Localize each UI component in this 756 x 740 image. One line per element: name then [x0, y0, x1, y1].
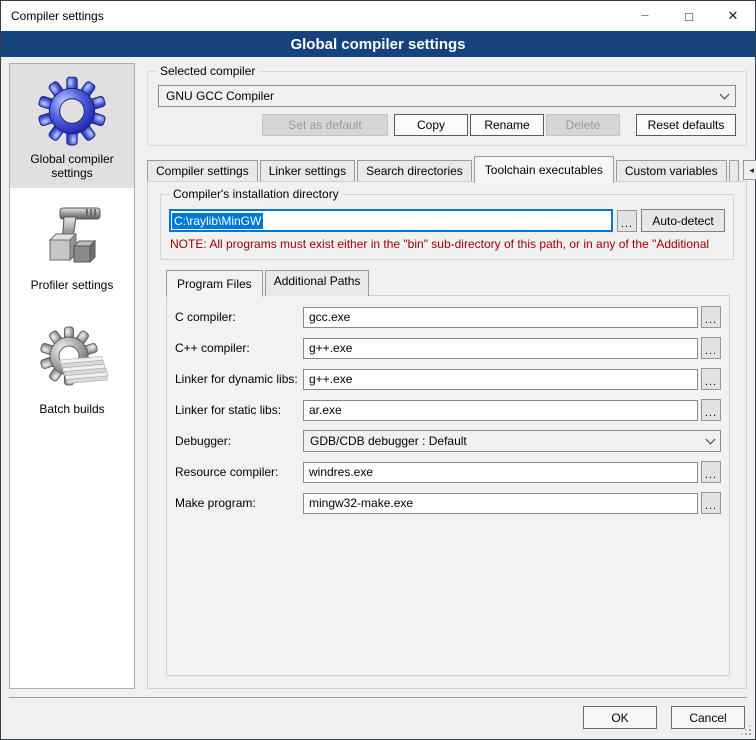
bin-subdirectory-note: NOTE: All programs must exist either in …	[170, 237, 725, 251]
tab-custom-variables[interactable]: Custom variables	[616, 160, 727, 182]
cpp-compiler-input[interactable]	[303, 338, 698, 359]
cpp-compiler-browse-button[interactable]: ...	[701, 337, 721, 359]
dynamic-linker-row: Linker for dynamic libs: ...	[175, 368, 721, 390]
caliper-icon	[34, 198, 110, 274]
debugger-select-value: GDB/CDB debugger : Default	[310, 434, 467, 448]
static-linker-browse-button[interactable]: ...	[701, 399, 721, 421]
selected-compiler-group: Selected compiler GNU GCC Compiler Set a…	[147, 71, 747, 146]
cpp-compiler-label: C++ compiler:	[175, 341, 303, 355]
make-program-browse-button[interactable]: ...	[701, 492, 721, 514]
c-compiler-input[interactable]	[303, 307, 698, 328]
chevron-down-icon	[706, 434, 716, 444]
executables-subtabs: Program Files Additional Paths	[166, 270, 736, 296]
c-compiler-row: C compiler: ...	[175, 306, 721, 328]
resource-compiler-label: Resource compiler:	[175, 465, 303, 479]
rename-button[interactable]: Rename	[470, 114, 544, 136]
reset-defaults-button[interactable]: Reset defaults	[636, 114, 736, 136]
selected-compiler-group-label: Selected compiler	[156, 64, 259, 78]
settings-sidebar: Global compiler settings	[9, 63, 135, 689]
make-program-label: Make program:	[175, 496, 303, 510]
compiler-select[interactable]: GNU GCC Compiler	[158, 85, 736, 107]
minimize-button[interactable]: –	[623, 1, 667, 31]
toolchain-executables-panel: Compiler's installation directory C:\ray…	[147, 181, 747, 689]
resource-compiler-input[interactable]	[303, 462, 698, 483]
cancel-button[interactable]: Cancel	[671, 706, 745, 729]
debugger-label: Debugger:	[175, 434, 303, 448]
tab-toolchain-executables[interactable]: Toolchain executables	[474, 156, 614, 183]
set-as-default-button: Set as default	[262, 114, 388, 136]
debugger-row: Debugger: GDB/CDB debugger : Default	[175, 430, 721, 452]
tab-scroll-buttons: ◂ ▸	[743, 160, 756, 180]
install-dir-browse-button[interactable]: ...	[617, 210, 637, 232]
close-icon: ✕	[728, 8, 739, 24]
footer-separator	[9, 697, 747, 698]
sidebar-item-global-compiler-settings[interactable]: Global compiler settings	[10, 64, 134, 188]
ok-button[interactable]: OK	[583, 706, 657, 729]
title-bar: Compiler settings – □ ✕	[1, 1, 755, 31]
installation-directory-row: C:\raylib\MinGW ... Auto-detect	[169, 209, 725, 232]
debugger-select[interactable]: GDB/CDB debugger : Default	[303, 430, 721, 452]
dynamic-linker-label: Linker for dynamic libs:	[175, 372, 303, 386]
install-dir-input[interactable]: C:\raylib\MinGW	[169, 209, 613, 232]
sidebar-item-label: Global compiler settings	[12, 152, 132, 180]
installation-directory-group: Compiler's installation directory C:\ray…	[160, 194, 734, 260]
arrow-left-icon: ◂	[749, 165, 754, 176]
resource-compiler-browse-button[interactable]: ...	[701, 461, 721, 483]
copy-button[interactable]: Copy	[394, 114, 468, 136]
compiler-select-value: GNU GCC Compiler	[166, 89, 274, 103]
auto-detect-button[interactable]: Auto-detect	[641, 209, 725, 232]
tab-linker-settings[interactable]: Linker settings	[260, 160, 355, 182]
maximize-button[interactable]: □	[667, 1, 711, 31]
window-title: Compiler settings	[1, 1, 623, 31]
tab-build-options[interactable]: Build options	[729, 160, 739, 182]
install-dir-selected-text: C:\raylib\MinGW	[172, 213, 263, 229]
dialog-body: Global compiler settings	[1, 57, 755, 697]
program-files-panel: C compiler: ... C++ compiler: ... Linker…	[166, 295, 730, 676]
make-program-row: Make program: ...	[175, 492, 721, 514]
delete-button: Delete	[546, 114, 620, 136]
c-compiler-browse-button[interactable]: ...	[701, 306, 721, 328]
sidebar-item-batch-builds[interactable]: Batch builds	[10, 314, 134, 424]
dialog-header-title: Global compiler settings	[290, 36, 465, 53]
compiler-buttons-row: Set as default Copy Rename Delete Reset …	[158, 114, 736, 136]
blue-gear-icon	[34, 72, 110, 148]
main-panel: Selected compiler GNU GCC Compiler Set a…	[147, 63, 747, 689]
dialog-footer: OK Cancel	[1, 697, 755, 739]
resize-grip[interactable]	[749, 733, 751, 735]
sidebar-item-label: Profiler settings	[31, 278, 114, 292]
tab-scroll-left-button[interactable]: ◂	[743, 160, 756, 180]
static-linker-input[interactable]	[303, 400, 698, 421]
installation-directory-group-label: Compiler's installation directory	[169, 187, 343, 201]
dialog-header: Global compiler settings	[1, 31, 755, 57]
tab-compiler-settings[interactable]: Compiler settings	[147, 160, 258, 182]
close-button[interactable]: ✕	[711, 1, 755, 31]
subtab-additional-paths[interactable]: Additional Paths	[265, 270, 370, 296]
chevron-down-icon	[720, 89, 730, 99]
dynamic-linker-input[interactable]	[303, 369, 698, 390]
compiler-settings-window: Compiler settings – □ ✕ Global compiler …	[0, 0, 756, 740]
sidebar-item-profiler-settings[interactable]: Profiler settings	[10, 190, 134, 300]
dynamic-linker-browse-button[interactable]: ...	[701, 368, 721, 390]
static-linker-row: Linker for static libs: ...	[175, 399, 721, 421]
settings-tabstrip: Compiler settings Linker settings Search…	[147, 156, 747, 182]
cpp-compiler-row: C++ compiler: ...	[175, 337, 721, 359]
subtab-program-files[interactable]: Program Files	[166, 270, 263, 297]
make-program-input[interactable]	[303, 493, 698, 514]
maximize-icon: □	[685, 9, 693, 24]
tab-search-directories[interactable]: Search directories	[357, 160, 472, 182]
gray-gear-stack-icon	[34, 322, 110, 398]
sidebar-item-label: Batch builds	[39, 402, 104, 416]
static-linker-label: Linker for static libs:	[175, 403, 303, 417]
c-compiler-label: C compiler:	[175, 310, 303, 324]
resource-compiler-row: Resource compiler: ...	[175, 461, 721, 483]
minimize-icon: –	[641, 7, 648, 22]
